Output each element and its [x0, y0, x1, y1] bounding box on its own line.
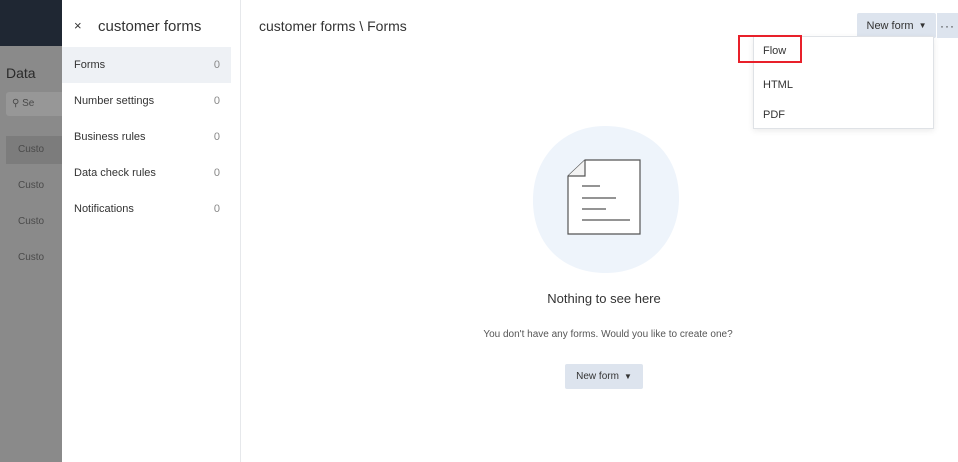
nav-item-count: 0	[213, 131, 220, 143]
new-form-dropdown-button[interactable]: New form ▼	[857, 13, 936, 38]
new-form-button-label: New form	[866, 19, 914, 32]
background-title: Data	[6, 65, 36, 81]
search-icon: ⚲	[12, 98, 20, 109]
empty-state-subtitle: You don't have any forms. Would you like…	[483, 329, 733, 340]
nav-item-label: Notifications	[74, 203, 134, 215]
nav-item-label: Business rules	[74, 131, 146, 143]
flow-highlight-box	[738, 35, 802, 63]
nav-item-business-rules[interactable]: Business rules 0	[62, 119, 231, 155]
empty-document-illustration	[532, 126, 680, 274]
new-form-center-button[interactable]: New form ▼	[565, 364, 643, 389]
nav-item-count: 0	[213, 59, 220, 71]
background-list-item: Custo	[6, 136, 70, 164]
menu-item-html[interactable]: HTML	[763, 79, 793, 91]
background-list-item: Custo	[18, 252, 45, 263]
caret-down-icon: ▼	[918, 21, 927, 30]
nav-item-label: Forms	[74, 59, 106, 71]
close-icon[interactable]: ×	[74, 18, 82, 33]
more-options-icon[interactable]: ···	[937, 13, 958, 38]
nav-item-data-check-rules[interactable]: Data check rules 0	[62, 155, 231, 191]
background-topbar	[0, 0, 70, 46]
background-list-item: Custo	[18, 216, 45, 227]
caret-down-icon: ▼	[623, 372, 632, 381]
nav-item-count: 0	[213, 167, 220, 179]
background-search-placeholder: Se	[22, 98, 35, 109]
breadcrumb: customer forms \ Forms	[259, 18, 407, 34]
nav-item-forms[interactable]: Forms 0	[62, 47, 231, 83]
background-list-item: Custo	[18, 180, 45, 191]
background-search-input: ⚲ Se	[6, 92, 66, 116]
side-panel: × customer forms Forms 0 Number settings…	[62, 0, 241, 462]
nav-item-number-settings[interactable]: Number settings 0	[62, 83, 231, 119]
empty-state-title-text: Nothing to see here	[547, 291, 661, 306]
nav-item-count: 0	[213, 95, 220, 107]
background-app: Data ⚲ Se Custo Custo Custo Custo	[0, 0, 70, 462]
nav-item-label: Data check rules	[74, 167, 156, 179]
nav-item-count: 0	[213, 203, 220, 215]
menu-item-pdf[interactable]: PDF	[763, 109, 785, 121]
nav-item-label: Number settings	[74, 95, 155, 107]
new-form-center-label: New form	[576, 371, 619, 382]
empty-state-title: Nothing to see here	[0, 291, 958, 306]
panel-title: customer forms	[98, 18, 202, 35]
nav-item-notifications[interactable]: Notifications 0	[62, 191, 231, 227]
